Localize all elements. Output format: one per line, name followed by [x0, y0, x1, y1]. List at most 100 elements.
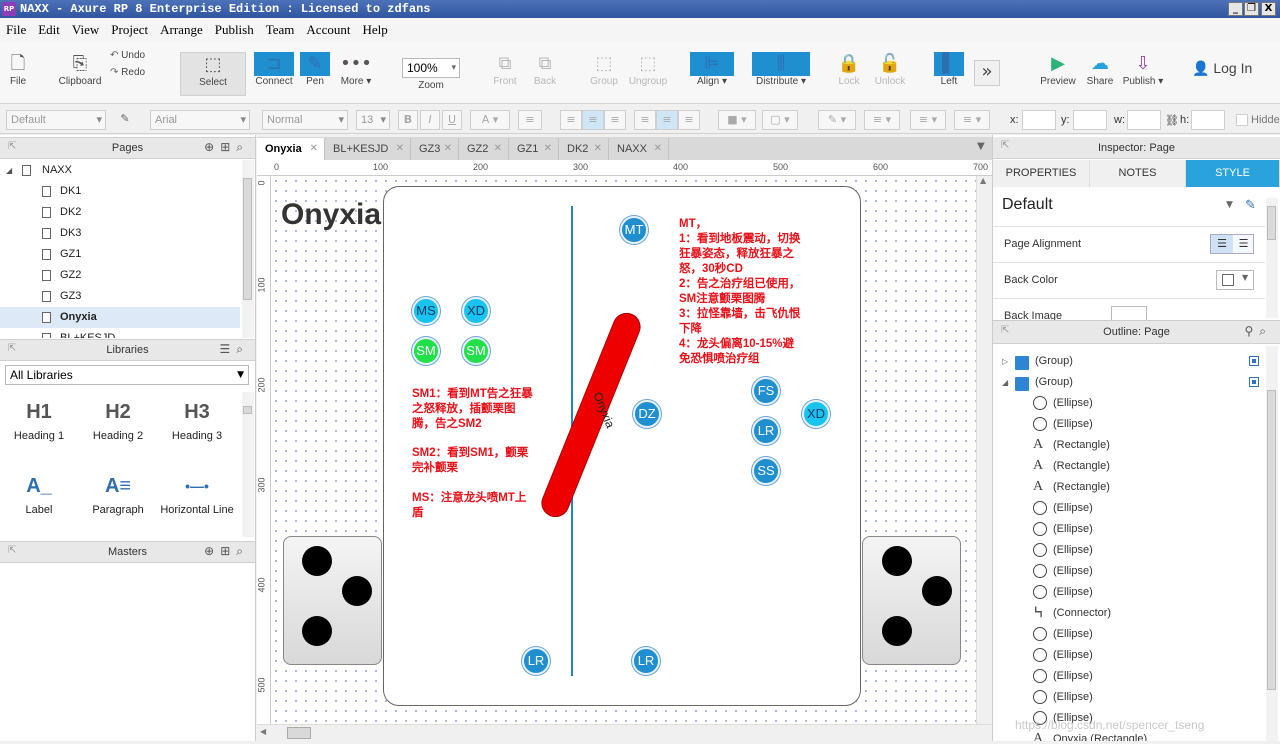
scroll-thumb[interactable] [243, 178, 252, 300]
design-canvas[interactable]: Onyxia Onyxia MT MS XD SM SM DZ FS LR XD… [271, 176, 976, 724]
note-mt[interactable]: MT， 1：看到地板震动，切换狂暴姿态，释放狂暴之怒，30秒CD 2：告之治疗组… [679, 217, 803, 367]
visibility-checkbox[interactable] [1249, 356, 1259, 366]
menu-account[interactable]: Account [300, 18, 356, 42]
outline-row-ellipse[interactable]: (Ellipse) [993, 519, 1258, 540]
scroll-up-icon[interactable]: ▲ [980, 176, 986, 185]
format-painter-icon[interactable]: ✎ [114, 110, 136, 130]
library-horizontal-line[interactable]: •—• Horizontal Line [158, 472, 236, 516]
outline-row-ellipse[interactable]: (Ellipse) [993, 666, 1258, 687]
circle-sm-2[interactable]: SM [462, 337, 490, 365]
library-heading2[interactable]: H2 Heading 2 [79, 398, 157, 442]
bold-button[interactable]: B [398, 110, 418, 130]
file-button[interactable]: 🗋 File [6, 52, 30, 87]
select-button[interactable]: ⬚ Select [180, 52, 246, 96]
line-color-button[interactable]: ✎ ▾ [818, 110, 856, 130]
circle-fs[interactable]: FS [752, 377, 780, 405]
scroll-thumb[interactable] [243, 406, 252, 414]
page-item-dk3[interactable]: DK3 [0, 223, 240, 244]
circle-ms[interactable]: MS [412, 297, 440, 325]
outline-row-ellipse[interactable]: (Ellipse) [993, 498, 1258, 519]
scroll-thumb[interactable] [1267, 206, 1276, 240]
circle-xd-left[interactable]: XD [462, 297, 490, 325]
outline-row-group[interactable]: ▷ (Group) [993, 351, 1259, 372]
tab-style[interactable]: STYLE [1186, 160, 1280, 187]
front-button[interactable]: ⧉ Front [488, 52, 522, 87]
line-width-button[interactable]: ≡ ▾ [864, 110, 900, 130]
note-ms[interactable]: MS：注意龙头喷MT上盾 [412, 491, 536, 521]
menu-help[interactable]: Help [356, 18, 393, 42]
zoom-select[interactable]: 100% ▾ [402, 58, 460, 78]
clipboard-button[interactable]: ⎘ Clipboard [56, 52, 104, 87]
outline-row-ellipse[interactable]: (Ellipse) [993, 645, 1258, 666]
hidden-checkbox[interactable] [1236, 114, 1248, 126]
align-button[interactable]: ⊫ Align ▾ [690, 52, 734, 87]
outline-row-rect[interactable]: A (Rectangle) [993, 477, 1258, 498]
outline-row-connector[interactable]: ┗┓ (Connector) [993, 603, 1258, 624]
style-select[interactable]: Default [6, 110, 106, 130]
align-center-button[interactable]: ≡ [582, 110, 604, 130]
pen-button[interactable]: ✎ Pen [300, 52, 330, 87]
weight-select[interactable]: Normal [262, 110, 348, 130]
underline-button[interactable]: U [442, 110, 462, 130]
scroll-thumb[interactable] [287, 727, 311, 739]
outline-row-ellipse[interactable]: (Ellipse) [993, 414, 1258, 435]
italic-button[interactable]: I [420, 110, 440, 130]
whelp-dot[interactable] [882, 546, 912, 576]
page-item-dk2[interactable]: DK2 [0, 202, 240, 223]
close-icon[interactable]: ✕ [444, 138, 452, 160]
whelp-dot[interactable] [302, 546, 332, 576]
close-icon[interactable]: ✕ [494, 138, 502, 160]
canvas-vertical-scrollbar[interactable]: ▲ [976, 176, 992, 724]
page-title[interactable]: Onyxia [281, 198, 381, 232]
tab-onyxia[interactable]: Onyxia ✕ [257, 138, 325, 160]
lock-ratio-icon[interactable]: ⛓ [1165, 114, 1179, 127]
overflow-button[interactable]: » [974, 60, 1000, 86]
outline-scrollbar[interactable] [1266, 346, 1278, 741]
close-icon[interactable]: ✕ [396, 138, 404, 160]
outline-row-group[interactable]: ◢ (Group) [993, 372, 1259, 393]
whelp-dot[interactable] [302, 616, 332, 646]
minimize-button[interactable]: _ [1228, 2, 1243, 16]
page-item-gz3[interactable]: GZ3 [0, 286, 240, 307]
close-icon[interactable]: ✕ [310, 138, 318, 160]
library-select[interactable]: All Libraries ▼ [5, 365, 249, 385]
tab-properties[interactable]: PROPERTIES [993, 160, 1090, 187]
collapse-icon[interactable]: ◢ [1002, 372, 1008, 393]
inspector-scrollbar[interactable] [1266, 198, 1278, 318]
whelp-dot[interactable] [882, 616, 912, 646]
valign-top-button[interactable]: ≡ [634, 110, 656, 130]
libraries-actions[interactable]: ☰⌕ [220, 342, 249, 357]
y-input[interactable] [1073, 110, 1107, 130]
menu-edit[interactable]: Edit [32, 18, 66, 42]
distribute-button[interactable]: ⫼ Distribute ▾ [752, 52, 810, 87]
chevron-down-icon[interactable]: ▼ [1226, 200, 1233, 210]
library-heading1[interactable]: H1 Heading 1 [0, 398, 78, 442]
page-item-gz2[interactable]: GZ2 [0, 265, 240, 286]
libraries-scrollbar[interactable] [242, 392, 254, 537]
outline-row-ellipse[interactable]: (Ellipse) [993, 540, 1258, 561]
back-color-picker[interactable]: ▼ [1216, 270, 1254, 290]
menu-view[interactable]: View [66, 18, 105, 42]
circle-lr-2[interactable]: LR [522, 647, 550, 675]
style-name[interactable]: Default [1002, 196, 1053, 214]
align-left-icon[interactable]: ☰ [1211, 235, 1233, 253]
line-style-button[interactable]: ≡ ▾ [910, 110, 946, 130]
connect-button[interactable]: ⊐ Connect [254, 52, 294, 87]
close-icon[interactable]: ✕ [654, 138, 662, 160]
pages-scrollbar[interactable] [242, 160, 254, 338]
lock-button[interactable]: 🔒 Lock [834, 52, 864, 87]
outline-row-ellipse[interactable]: (Ellipse) [993, 393, 1258, 414]
arrow-style-button[interactable]: ≡ ▾ [954, 110, 990, 130]
outline-row-rect[interactable]: A (Rectangle) [993, 456, 1258, 477]
ungroup-button[interactable]: ⬚ Ungroup [626, 52, 670, 87]
whelp-dot[interactable] [342, 576, 372, 606]
align-left-button[interactable]: ≡ [560, 110, 582, 130]
library-label[interactable]: A_ Label [0, 472, 78, 516]
w-input[interactable] [1127, 110, 1161, 130]
circle-ss[interactable]: SS [752, 457, 780, 485]
redo-button[interactable]: ↷ Redo [110, 67, 160, 78]
page-alignment-buttons[interactable]: ☰ ☰ [1210, 234, 1254, 254]
align-center-icon[interactable]: ☰ [1233, 235, 1254, 253]
expand-icon[interactable]: ◢ [6, 160, 12, 181]
tabs-dropdown-icon[interactable]: ▼ [977, 141, 985, 152]
